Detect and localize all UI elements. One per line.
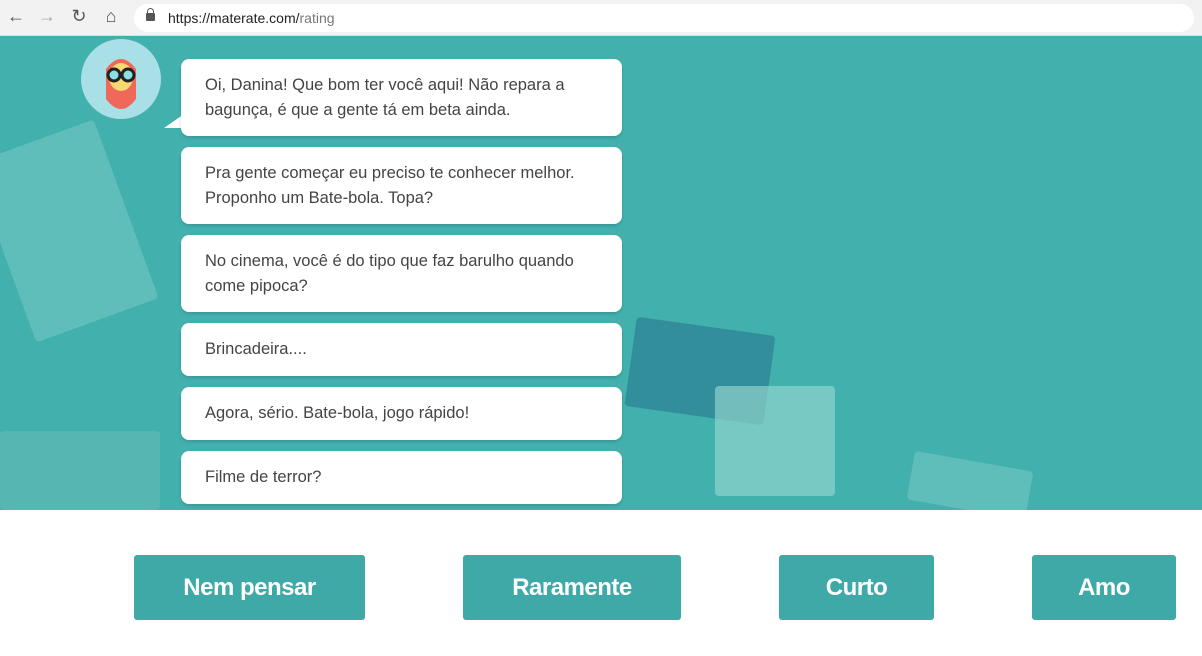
address-bar[interactable]: https://materate.com/rating bbox=[134, 4, 1194, 32]
chat-message: Brincadeira.... bbox=[181, 323, 622, 376]
poster-decoration bbox=[906, 450, 1034, 510]
chat-message: Filme de terror? bbox=[181, 451, 622, 504]
home-icon[interactable]: ⌂ bbox=[100, 6, 122, 27]
chat-message: Agora, sério. Bate-bola, jogo rápido! bbox=[181, 387, 622, 440]
poster-stack-decoration bbox=[0, 431, 160, 510]
back-icon[interactable]: ← bbox=[5, 6, 27, 27]
bot-avatar bbox=[81, 39, 161, 119]
poster-decoration bbox=[0, 119, 159, 343]
lock-icon bbox=[146, 8, 155, 21]
chat-message: No cinema, você é do tipo que faz barulh… bbox=[181, 235, 622, 312]
forward-icon[interactable]: → bbox=[36, 6, 58, 27]
reload-icon[interactable]: ↻ bbox=[68, 6, 90, 27]
chat-message: Oi, Danina! Que bom ter você aqui! Não r… bbox=[181, 59, 622, 136]
poster-stack-decoration bbox=[715, 386, 835, 496]
answer-raramente-button[interactable]: Raramente bbox=[463, 555, 681, 620]
answer-nem-pensar-button[interactable]: Nem pensar bbox=[134, 555, 365, 620]
chat-message: Pra gente começar eu preciso te conhecer… bbox=[181, 147, 622, 224]
browser-toolbar: ← → ↻ ⌂ https://materate.com/rating bbox=[0, 0, 1202, 36]
answer-curto-button[interactable]: Curto bbox=[779, 555, 934, 620]
answer-amo-button[interactable]: Amo bbox=[1032, 555, 1176, 620]
